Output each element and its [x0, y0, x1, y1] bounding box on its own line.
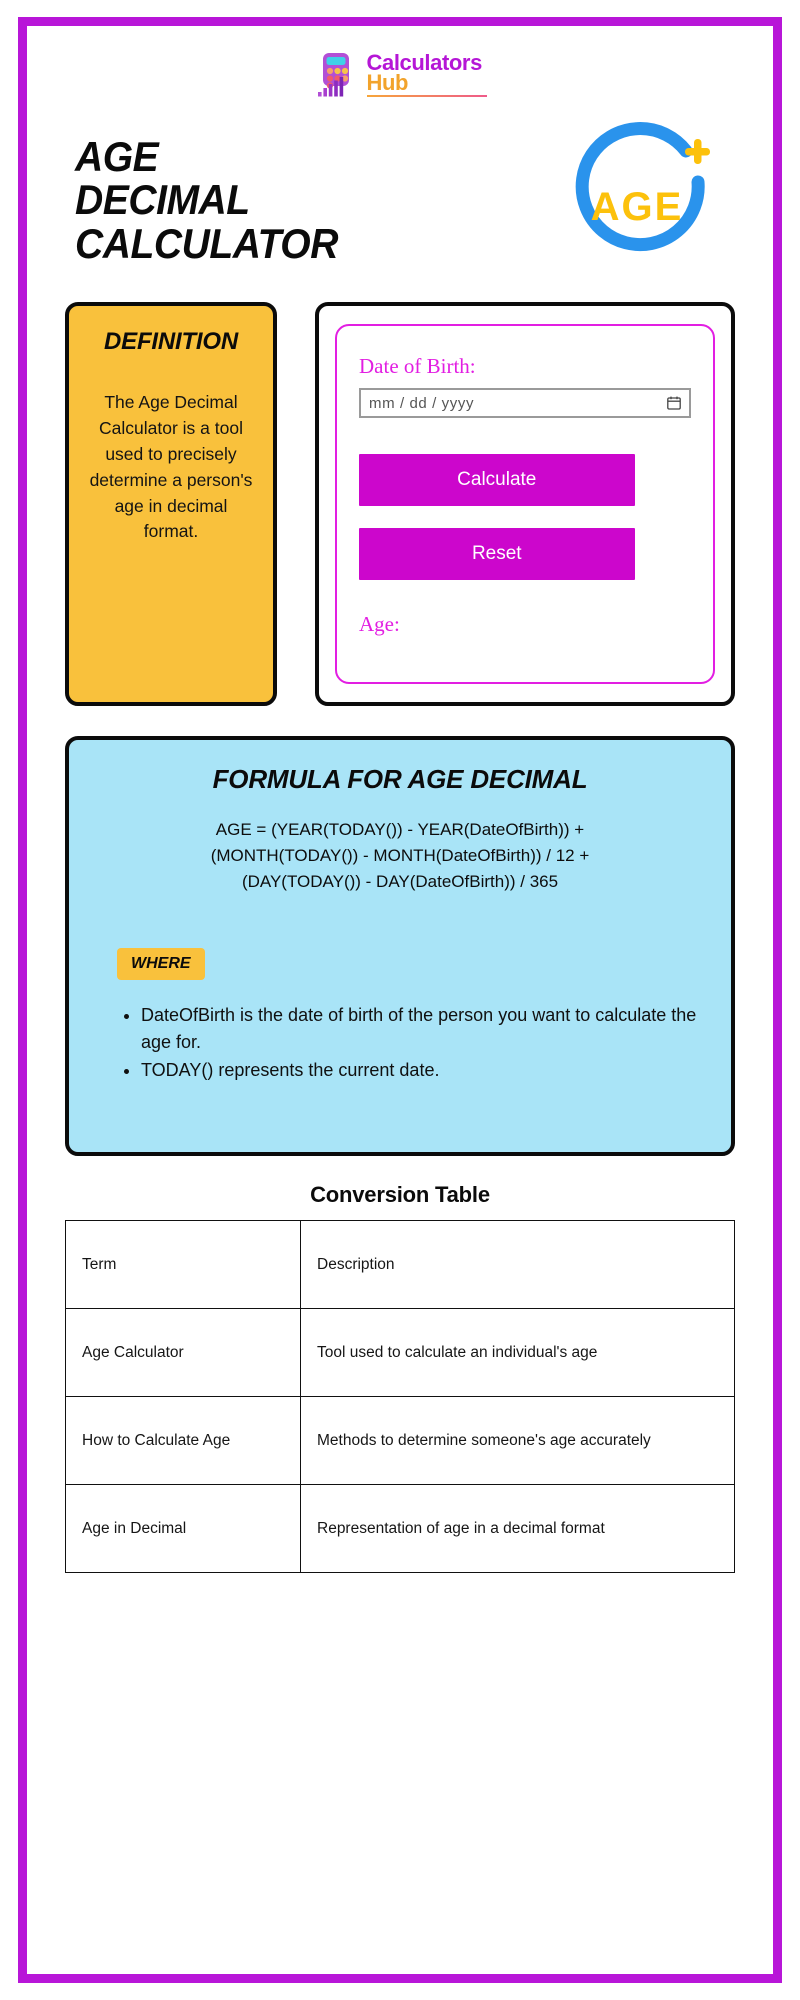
dob-placeholder-text: mm / dd / yyyy	[369, 394, 475, 412]
conversion-table-title: Conversion Table	[310, 1182, 490, 1207]
where-list-item: DateOfBirth is the date of birth of the …	[141, 1002, 705, 1055]
definition-card: DEFINITION The Age Decimal Calculator is…	[65, 302, 277, 706]
table-cell-description: Methods to determine someone's age accur…	[300, 1396, 735, 1485]
brand-wordmark: Calculators Hub	[366, 51, 487, 98]
page-title: AGE DECIMAL CALCULATOR	[75, 135, 338, 265]
calculate-button-row: Calculate	[359, 454, 691, 506]
calculator-card: Date of Birth: mm / dd / yyyy Calculate …	[315, 302, 735, 706]
formula-card: FORMULA FOR AGE DECIMAL AGE = (YEAR(TODA…	[65, 736, 735, 1156]
calendar-icon[interactable]	[667, 396, 681, 410]
formula-equation: AGE = (YEAR(TODAY()) - YEAR(DateOfBirth)…	[95, 817, 705, 894]
infographic-page: Calculators Hub AGE DECIMAL CALCULATOR A…	[0, 0, 800, 2000]
calculate-button[interactable]: Calculate	[359, 454, 635, 506]
page-title-line-1: AGE	[75, 133, 159, 181]
table-row: Age in Decimal Representation of age in …	[65, 1484, 735, 1573]
brand-line-2: Hub	[366, 70, 409, 95]
dob-label: Date of Birth:	[359, 354, 476, 378]
definition-heading: DEFINITION	[104, 328, 238, 355]
formula-equation-line-2: (MONTH(TODAY()) - MONTH(DateOfBirth)) / …	[210, 845, 590, 865]
hero-section: AGE DECIMAL CALCULATOR AGE	[65, 120, 735, 280]
calculator-panel: Date of Birth: mm / dd / yyyy Calculate …	[335, 324, 715, 684]
page-title-line-3: CALCULATOR	[75, 219, 338, 267]
age-plus-badge-icon: AGE	[553, 122, 729, 278]
table-cell-description: Representation of age in a decimal forma…	[300, 1484, 735, 1573]
purple-frame: Calculators Hub AGE DECIMAL CALCULATOR A…	[18, 17, 782, 1983]
table-cell-term: Age Calculator	[65, 1308, 301, 1397]
table-header-description: Description	[300, 1220, 735, 1309]
age-result-label: Age:	[359, 612, 400, 636]
where-list-item: TODAY() represents the current date.	[141, 1057, 705, 1083]
table-row: Age Calculator Tool used to calculate an…	[65, 1308, 735, 1397]
where-list: DateOfBirth is the date of birth of the …	[95, 1002, 705, 1083]
table-header-row: Term Description	[65, 1220, 735, 1309]
table-cell-description: Tool used to calculate an individual's a…	[300, 1308, 735, 1397]
formula-equation-line-3: (DAY(TODAY()) - DAY(DateOfBirth)) / 365	[241, 871, 559, 891]
where-badge: WHERE	[117, 948, 205, 981]
formula-equation-line-1: AGE = (YEAR(TODAY()) - YEAR(DateOfBirth)…	[215, 820, 585, 839]
definition-body: The Age Decimal Calculator is a tool use…	[89, 392, 253, 542]
brand-header: Calculators Hub	[65, 51, 735, 98]
svg-text:AGE: AGE	[591, 185, 684, 229]
page-title-line-2: DECIMAL	[75, 176, 250, 224]
table-row: How to Calculate Age Methods to determin…	[65, 1396, 735, 1485]
conversion-table: Term Description Age Calculator Tool use…	[65, 1220, 735, 1573]
table-cell-term: Age in Decimal	[65, 1484, 301, 1573]
dob-date-input[interactable]: mm / dd / yyyy	[359, 388, 691, 418]
reset-button-row: Reset	[359, 528, 691, 580]
table-cell-term: How to Calculate Age	[65, 1396, 301, 1485]
formula-heading: FORMULA FOR AGE DECIMAL	[212, 764, 588, 794]
calculator-bar-chart-icon	[314, 52, 358, 98]
table-header-term: Term	[65, 1220, 301, 1309]
brand-underline	[366, 95, 487, 98]
reset-button[interactable]: Reset	[359, 528, 635, 580]
definition-calculator-row: DEFINITION The Age Decimal Calculator is…	[65, 302, 735, 706]
